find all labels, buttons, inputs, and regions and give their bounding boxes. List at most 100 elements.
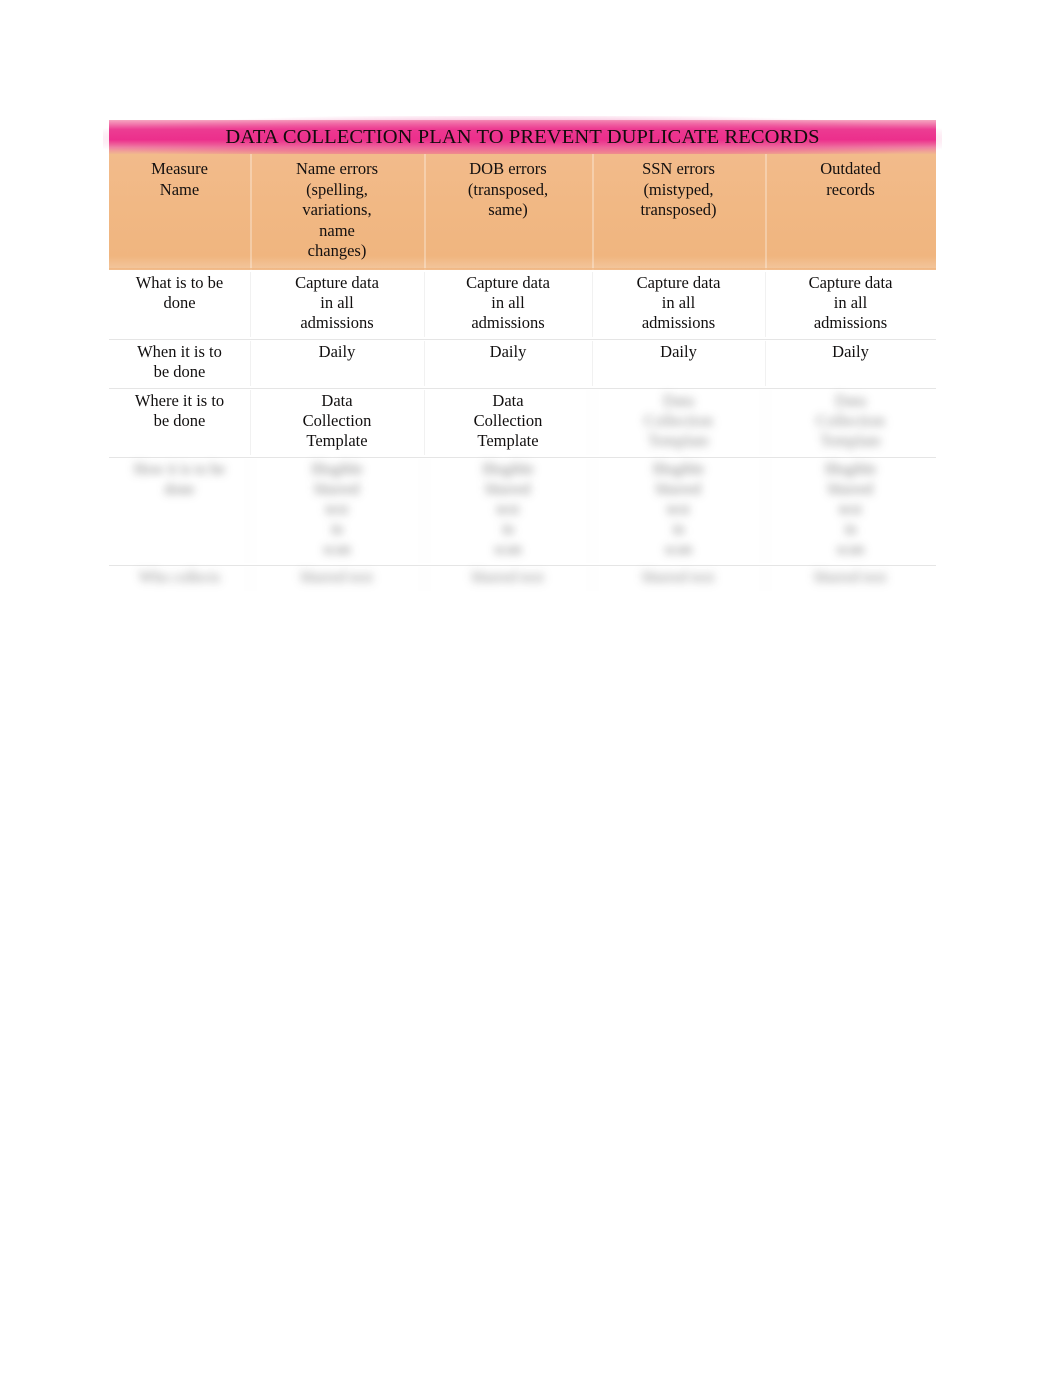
header-line: Measure <box>151 159 208 178</box>
cell-line: done <box>164 480 195 498</box>
cell-line: blurred text <box>472 568 544 586</box>
header-line: variations, <box>302 200 372 219</box>
column-header-ssn-errors: SSN errors (mistyped, transposed) <box>592 154 765 270</box>
cell-line: text <box>496 500 520 518</box>
header-line: Outdated <box>820 159 881 178</box>
header-line: SSN errors <box>642 159 715 178</box>
cell-who-outdated-records: blurred text <box>765 565 936 593</box>
cell-where-ssn-errors: Data Collection Template <box>592 388 765 457</box>
cell-line: Collection <box>302 410 372 430</box>
cell-line: scan <box>664 540 693 558</box>
header-line: (transposed, <box>467 179 549 199</box>
header-line: Name errors <box>295 159 378 178</box>
table-row: When it is to be done Daily Daily Daily … <box>109 338 936 388</box>
cell-line: scan <box>323 540 351 558</box>
header-line: changes) <box>307 241 367 260</box>
cell-line: Template <box>647 431 710 451</box>
document-page: DATA COLLECTION PLAN TO PREVENT DUPLICAT… <box>0 0 1062 1377</box>
cell-line: admissions <box>641 313 716 333</box>
cell-line: text <box>838 500 863 518</box>
cell-line: Daily <box>318 341 356 361</box>
cell-line: Daily <box>660 341 697 361</box>
header-line: (mistyped, <box>643 179 714 199</box>
table-row: Where it is to be done Data Collection T… <box>109 387 936 457</box>
cell-line: Data <box>662 390 695 410</box>
cell-line: blurred <box>485 480 531 498</box>
cell-line: admissions <box>300 313 374 333</box>
column-header-outdated-records: Outdated records <box>765 154 936 270</box>
cell-line: blurred text <box>814 568 887 586</box>
row-label-who-collects: Who collects <box>109 565 250 593</box>
cell-line: When it is to <box>137 341 222 361</box>
cell-line: What is to be <box>135 272 224 292</box>
cell-line: admissions <box>813 313 888 333</box>
cell-line: Template <box>477 431 539 451</box>
cell-what-ssn-errors: Capture data in all admissions <box>592 270 765 339</box>
cell-how-name-errors: Illegible blurred text in scan <box>250 457 424 565</box>
cell-line: Data <box>834 390 867 410</box>
cell-how-outdated-records: Illegible blurred text in scan <box>765 457 936 565</box>
row-label-where-it-is-to-be-done: Where it is to be done <box>109 388 250 457</box>
cell-line: Collection <box>644 410 713 430</box>
table-title: DATA COLLECTION PLAN TO PREVENT DUPLICAT… <box>225 126 820 148</box>
table-row: What is to be done Capture data in all a… <box>109 269 936 339</box>
cell-line: scan <box>494 540 522 558</box>
cell-line: in <box>844 520 857 538</box>
cell-line: Who collects <box>138 568 221 586</box>
data-collection-plan-table: DATA COLLECTION PLAN TO PREVENT DUPLICAT… <box>103 116 942 593</box>
cell-line: in all <box>661 292 696 312</box>
cell-line: Data <box>321 390 353 410</box>
cell-what-dob-errors: Capture data in all admissions <box>424 270 592 339</box>
cell-line: in <box>672 520 685 538</box>
cell-line: Template <box>306 431 368 451</box>
cell-line: Illegible <box>482 460 534 478</box>
header-line: transposed) <box>640 200 717 219</box>
cell-line: Where it is to <box>134 390 225 410</box>
cell-what-outdated-records: Capture data in all admissions <box>765 270 936 339</box>
table-row: Who collects blurred text blurred text b… <box>109 564 936 593</box>
cell-where-dob-errors: Data Collection Template <box>424 388 592 457</box>
cell-line: in all <box>491 292 525 312</box>
cell-line: blurred <box>656 480 701 498</box>
header-line: same) <box>488 200 528 219</box>
cell-line: Daily <box>832 341 869 361</box>
cell-line: Capture data <box>808 272 893 292</box>
row-label-what-is-to-be-done: What is to be done <box>109 270 250 339</box>
column-header-dob-errors: DOB errors (transposed, same) <box>424 154 592 270</box>
cell-line: in all <box>833 292 868 312</box>
row-label-when-it-is-to-be-done: When it is to be done <box>109 339 250 388</box>
cell-how-ssn-errors: Illegible blurred text in scan <box>592 457 765 565</box>
cell-line: Illegible <box>824 460 877 478</box>
cell-line: done <box>163 292 196 312</box>
cell-line: blurred <box>314 480 360 498</box>
cell-line: How it is to be <box>133 460 226 478</box>
row-label-how-it-is-to-be-done: How it is to be done <box>109 457 250 565</box>
header-line: Name <box>159 179 200 199</box>
cell-line: Data <box>492 390 524 410</box>
cell-line: in <box>501 520 515 538</box>
table-title-band: DATA COLLECTION PLAN TO PREVENT DUPLICAT… <box>103 116 942 154</box>
cell-line: text <box>325 500 349 518</box>
cell-how-dob-errors: Illegible blurred text in scan <box>424 457 592 565</box>
cell-line: scan <box>836 540 865 558</box>
cell-line: Capture data <box>295 272 379 292</box>
cell-line: Daily <box>489 341 527 361</box>
cell-line: Template <box>819 431 882 451</box>
header-line: records <box>826 179 875 199</box>
cell-line: Capture data <box>466 272 550 292</box>
table-row: How it is to be done Illegible blurred t… <box>109 456 936 565</box>
cell-line: in all <box>320 292 354 312</box>
cell-who-dob-errors: blurred text <box>424 565 592 593</box>
header-line: (spelling, <box>306 179 368 199</box>
cell-line: blurred text <box>301 568 373 586</box>
header-line: DOB errors <box>469 159 547 178</box>
cell-line: Collection <box>816 410 885 430</box>
cell-when-ssn-errors: Daily <box>592 339 765 388</box>
cell-line: Capture data <box>636 272 721 292</box>
cell-line: be done <box>153 362 206 382</box>
cell-when-name-errors: Daily <box>250 339 424 388</box>
cell-line: Illegible <box>652 460 705 478</box>
cell-line: blurred <box>828 480 873 498</box>
cell-line: Illegible <box>311 460 363 478</box>
cell-line: Collection <box>473 410 543 430</box>
